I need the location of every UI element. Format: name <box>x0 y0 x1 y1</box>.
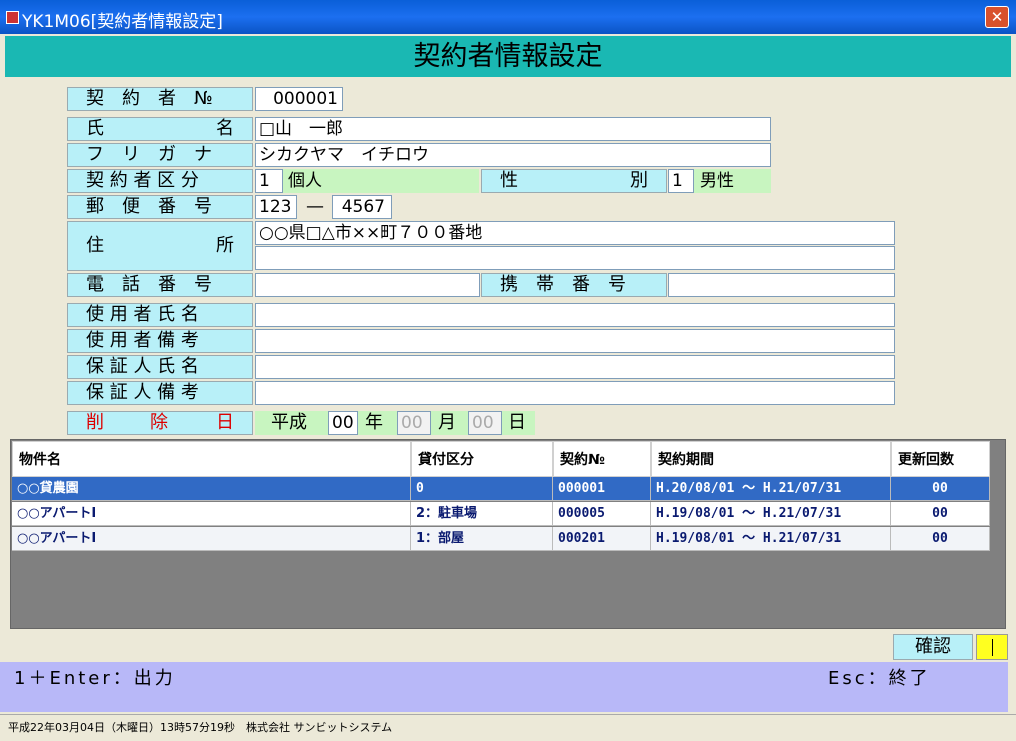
era-label: 平成 <box>271 412 307 433</box>
postal-field-1[interactable]: 123 <box>255 195 297 219</box>
table-cell[interactable]: 1：部屋 <box>411 527 553 551</box>
label-text: 名 <box>216 118 234 139</box>
label-gender: 性別 <box>481 169 667 193</box>
label-user-name: 使 用 者 氏 名 <box>67 303 253 327</box>
table-row[interactable]: ○○アパートⅠ <box>12 527 411 551</box>
label-text: 除 <box>150 412 168 433</box>
gender-name: 男性 <box>694 169 771 193</box>
user-note-field[interactable] <box>255 329 895 353</box>
label-text: 保 証 人 氏 名 <box>86 356 199 377</box>
label-text: 契 約 者 № <box>86 88 213 109</box>
table-cell[interactable]: 00 <box>891 477 990 501</box>
contractor-type-code-field[interactable]: 1 <box>255 169 283 193</box>
label-text: 性 <box>500 170 518 191</box>
label-postal: 郵 便 番 号 <box>67 195 253 219</box>
table-row[interactable]: ○○貸農園 <box>12 477 411 501</box>
month-unit: 月 <box>438 412 456 433</box>
label-contractor-type: 契 約 者 区 分 <box>67 169 253 193</box>
table-cell[interactable]: 2：駐車場 <box>411 502 553 526</box>
page-title: 契約者情報設定 <box>5 36 1011 77</box>
confirm-input[interactable] <box>976 634 1008 660</box>
table-cell[interactable]: H.19/08/01 ～ H.21/07/31 <box>651 502 891 526</box>
day-unit: 日 <box>508 412 526 433</box>
label-furigana: フ リ ガ ナ <box>67 143 253 167</box>
address-field-1[interactable]: ○○県□△市××町７００番地 <box>255 221 895 245</box>
delete-date-group: 平成 00 年 00 月 00 日 <box>255 411 535 435</box>
label-text: 所 <box>216 235 234 256</box>
grid-header-contract-period[interactable]: 契約期間 <box>651 441 891 477</box>
guarantor-note-field[interactable] <box>255 381 895 405</box>
year-unit: 年 <box>365 412 383 433</box>
label-text: 住 <box>86 235 104 256</box>
delete-day-field[interactable]: 00 <box>468 411 502 435</box>
label-mobile: 携 帯 番 号 <box>481 273 667 297</box>
contractor-type-name: 個人 <box>283 169 479 193</box>
table-cell[interactable]: 000201 <box>553 527 651 551</box>
close-button[interactable]: ✕ <box>985 6 1009 28</box>
table-cell[interactable]: 000005 <box>553 502 651 526</box>
delete-year-field[interactable]: 00 <box>328 411 358 435</box>
function-key-bar: 1＋Enter：出力 Esc：終了 <box>0 662 1008 712</box>
contractor-no-field[interactable]: 000001 <box>255 87 343 111</box>
label-contractor-no: 契 約 者 № <box>67 87 253 111</box>
label-user-note: 使 用 者 備 考 <box>67 329 253 353</box>
guarantor-name-field[interactable] <box>255 355 895 379</box>
label-name: 氏名 <box>67 117 253 141</box>
name-field[interactable]: □山 一郎 <box>255 117 771 141</box>
label-delete-date: 削除日 <box>67 411 253 435</box>
app-icon <box>6 11 19 24</box>
grid-header-property[interactable]: 物件名 <box>12 441 411 477</box>
address-field-2[interactable] <box>255 246 895 270</box>
table-cell[interactable]: 00 <box>891 527 990 551</box>
label-text: 電 話 番 号 <box>86 274 212 295</box>
close-icon: ✕ <box>990 8 1004 26</box>
gender-code-field[interactable]: 1 <box>668 169 694 193</box>
table-row[interactable]: ○○アパートⅠ <box>12 502 411 526</box>
table-cell[interactable]: H.20/08/01 ～ H.21/07/31 <box>651 477 891 501</box>
mobile-field[interactable] <box>668 273 895 297</box>
label-guarantor-name: 保 証 人 氏 名 <box>67 355 253 379</box>
function-key-exit: Esc：終了 <box>828 668 931 689</box>
table-cell[interactable]: 000001 <box>553 477 651 501</box>
label-text: 日 <box>216 412 234 433</box>
grid-header-contract-no[interactable]: 契約№ <box>553 441 651 477</box>
label-text: 携 帯 番 号 <box>500 274 626 295</box>
label-text: 氏 <box>86 118 104 139</box>
status-bar: 平成22年03月04日（木曜日）13時57分19秒 株式会社 サンビットシステム <box>0 714 1016 741</box>
delete-month-field[interactable]: 00 <box>397 411 431 435</box>
label-text: 使 用 者 備 考 <box>86 330 199 351</box>
user-name-field[interactable] <box>255 303 895 327</box>
label-phone: 電 話 番 号 <box>67 273 253 297</box>
label-text: フ リ ガ ナ <box>86 144 212 165</box>
postal-dash: — <box>306 196 324 217</box>
phone-field[interactable] <box>255 273 480 297</box>
furigana-field[interactable]: シカクヤマ イチロウ <box>255 143 771 167</box>
label-text: 使 用 者 氏 名 <box>86 304 199 325</box>
grid-header-lending-type[interactable]: 貸付区分 <box>411 441 553 477</box>
table-cell[interactable]: 0 <box>411 477 553 501</box>
table-cell[interactable]: 00 <box>891 502 990 526</box>
table-cell[interactable]: H.19/08/01 ～ H.21/07/31 <box>651 527 891 551</box>
function-key-output: 1＋Enter：出力 <box>14 668 176 689</box>
label-guarantor-note: 保 証 人 備 考 <box>67 381 253 405</box>
label-address: 住所 <box>67 221 253 271</box>
label-text: 削 <box>86 412 104 433</box>
label-text: 契 約 者 区 分 <box>86 170 199 191</box>
label-text: 郵 便 番 号 <box>86 196 212 217</box>
postal-field-2[interactable]: 4567 <box>332 195 392 219</box>
window-titlebar: YK1M06[契約者情報設定] ✕ <box>0 0 1016 34</box>
grid-header-renewal-count[interactable]: 更新回数 <box>891 441 990 477</box>
window-title: YK1M06[契約者情報設定] <box>22 12 223 32</box>
label-text: 保 証 人 備 考 <box>86 382 199 403</box>
label-text: 別 <box>630 170 648 191</box>
confirm-label: 確認 <box>893 634 973 660</box>
